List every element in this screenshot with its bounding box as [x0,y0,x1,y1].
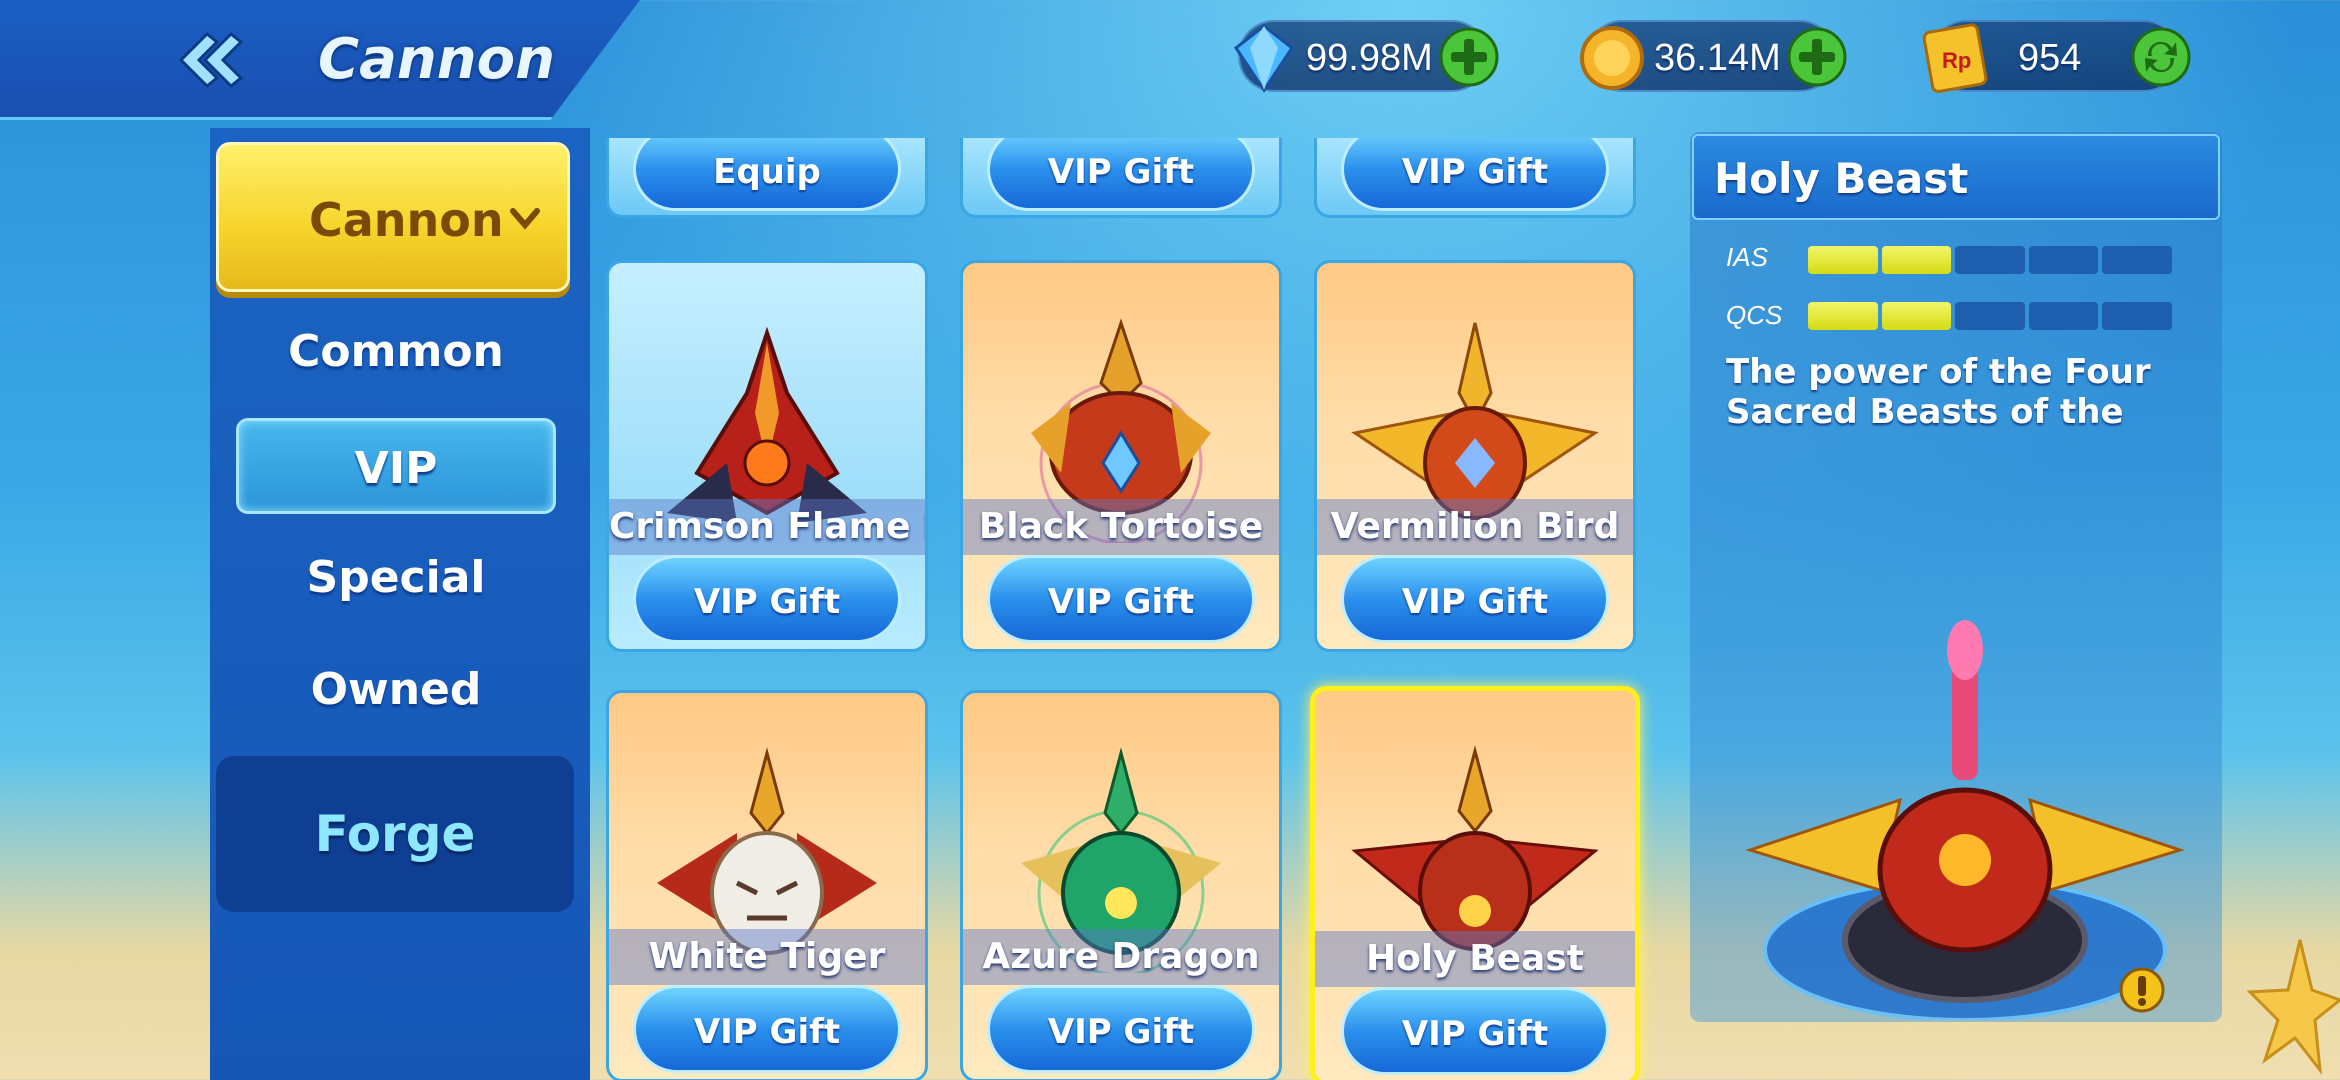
diamond-count: 99.98M [1306,37,1433,79]
detail-title-bar: Holy Beast [1692,134,2220,220]
cannon-card-holy-beast[interactable]: Holy Beast VIP Gift [1310,686,1640,1080]
card-name: Holy Beast [1366,938,1584,979]
sidebar-item-common[interactable]: Common [236,304,556,400]
forge-label: Forge [314,805,476,863]
sidebar-item-vip[interactable]: VIP [236,418,556,514]
reward-points-count: 954 [2018,37,2082,79]
vip-gift-button[interactable]: VIP Gift [633,985,901,1073]
currency-reward-points: Rp 954 [1922,20,2191,93]
stat-label-qcs: QCS [1726,300,1783,330]
cannon-description: The power of the Four Sacred Beasts of t… [1726,352,2151,432]
stat-segment [2028,246,2099,274]
vip-gift-button[interactable]: VIP Gift [1341,138,1609,211]
stat-segment [1808,246,1878,274]
card-name: Azure Dragon [982,936,1260,977]
card-name: Crimson Flame IV [609,506,925,547]
grid-card-partial: VIP Gift [1314,138,1636,218]
cannon-dropdown[interactable]: Cannon [216,142,570,292]
card-name: Vermilion Bird [1330,506,1620,547]
cannon-card-black-tortoise[interactable]: Black Tortoise VIP Gift [960,260,1282,652]
warning-icon[interactable] [2118,966,2166,1014]
grid-card-partial: VIP Gift [960,138,1282,218]
forge-button[interactable]: Forge [216,756,574,912]
stat-segment [2102,246,2172,274]
stat-segment [2102,302,2172,330]
starfish-decoration-icon [2246,939,2340,1076]
stat-segment [1881,302,1952,330]
ticket-icon: Rp [1922,23,1988,93]
stat-segment [2028,302,2099,330]
cannon-preview-icon [1745,620,2185,1020]
vip-gift-button[interactable]: VIP Gift [1341,555,1609,643]
stat-label-ias: IAS [1726,242,1768,272]
vip-gift-button[interactable]: VIP Gift [987,985,1255,1073]
vip-gift-button[interactable]: VIP Gift [633,555,901,643]
currency-coins: 36.14M [1580,20,1847,92]
stat-segment [1955,302,2025,330]
card-name: Black Tortoise [978,506,1264,547]
detail-title: Holy Beast [1714,154,1969,203]
sidebar-item-special[interactable]: Special [236,530,556,626]
page-title: Cannon [318,27,555,92]
plus-icon[interactable] [1438,26,1500,88]
vip-gift-button[interactable]: VIP Gift [1341,987,1609,1075]
ticket-label: Rp [1942,48,1971,73]
stat-segment [1881,246,1952,274]
stat-segment [1808,302,1878,330]
plus-icon[interactable] [1786,26,1848,88]
dropdown-label: Cannon [309,193,504,247]
stat-bar-ias [1808,246,2172,274]
cannon-card-azure-dragon[interactable]: Azure Dragon VIP Gift [960,690,1282,1080]
back-button[interactable] [168,22,248,98]
top-bar: Cannon 99.98M 36.14M Rp 954 [0,0,2340,120]
double-chevron-left-icon [178,31,243,89]
currency-diamonds: 99.98M [1233,20,1499,93]
vip-gift-button[interactable]: VIP Gift [987,138,1255,211]
grid-card-partial: Equip [606,138,928,218]
vip-gift-button[interactable]: VIP Gift [987,555,1255,643]
coin-count: 36.14M [1654,37,1781,79]
equip-button[interactable]: Equip [633,138,901,211]
chevron-down-icon [510,208,540,230]
cannon-card-white-tiger[interactable]: White Tiger VIP Gift [606,690,928,1080]
refresh-icon[interactable] [2130,26,2192,88]
diamond-icon [1233,24,1295,93]
card-name: White Tiger [648,936,886,977]
cannon-card-vermilion-bird[interactable]: Vermilion Bird VIP Gift [1314,260,1636,652]
stat-bar-qcs [1808,302,2172,330]
cannon-card-crimson-flame-iv[interactable]: Crimson Flame IV VIP Gift [606,260,928,652]
stat-segment [1955,246,2025,274]
coin-icon [1580,26,1644,90]
sidebar-item-owned[interactable]: Owned [236,642,556,738]
